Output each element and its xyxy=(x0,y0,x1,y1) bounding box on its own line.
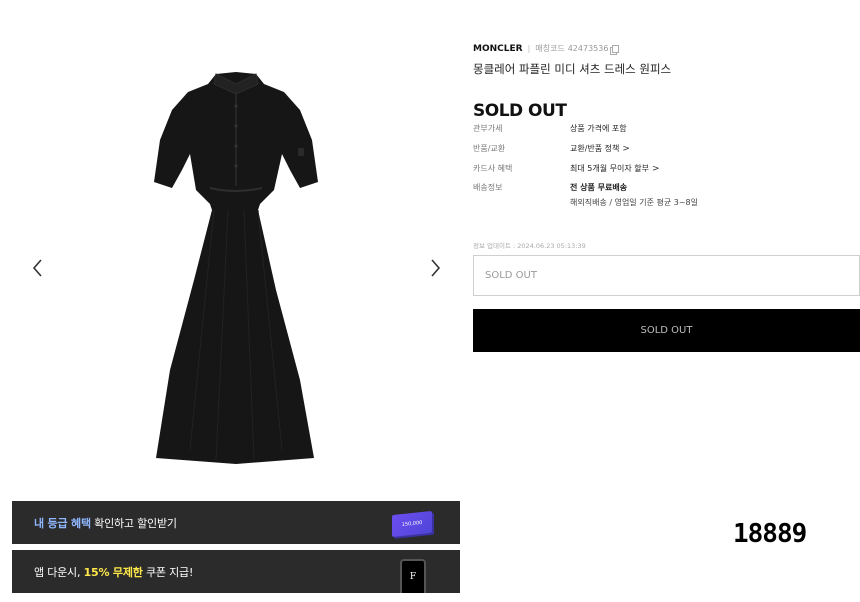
sold-out-status: SOLD OUT xyxy=(473,101,567,121)
card-benefit-link[interactable]: 최대 5개월 무이자 할부 > xyxy=(570,163,660,174)
code-label: 매칭코드 xyxy=(535,44,565,53)
spec-value: 상품 가격에 포함 xyxy=(570,124,627,133)
divider: | xyxy=(527,44,531,53)
chevron-right-icon: > xyxy=(651,164,660,174)
phone-icon: F xyxy=(400,559,426,593)
product-title: 몽클레어 파플린 미디 셔츠 드레스 원피스 xyxy=(473,62,672,76)
spec-label: 관부가세 xyxy=(473,124,503,133)
product-gallery xyxy=(0,0,470,495)
option-select[interactable]: SOLD OUT xyxy=(473,255,860,296)
app-banner-text: 앱 다운시, 15% 무제한 쿠폰 지급! xyxy=(34,565,194,579)
spec-label: 카드사 혜택 xyxy=(473,164,513,173)
brand-row: MONCLER | 매칭코드 42473536 xyxy=(473,43,620,55)
shipping-detail: 해외직배송 / 영업일 기준 평균 3~8일 xyxy=(570,198,698,207)
sold-out-button[interactable]: SOLD OUT xyxy=(473,309,860,352)
chevron-left-icon[interactable] xyxy=(29,258,47,278)
coupon-card-icon: 150,000 xyxy=(392,510,432,538)
update-timestamp: 정보 업데이트 : 2024.06.23 05:13:39 xyxy=(473,242,586,250)
chevron-right-icon: > xyxy=(622,144,630,154)
spec-label: 배송정보 xyxy=(473,183,503,192)
spec-label: 반품/교환 xyxy=(473,144,506,153)
grade-benefit-banner[interactable]: 내 등급 혜택 확인하고 할인받기 150,000 xyxy=(12,501,460,544)
spec-value: 전 상품 무료배송 xyxy=(570,183,628,192)
code-value: 42473536 xyxy=(567,44,609,53)
watermark-number: 18889 xyxy=(733,519,807,549)
chevron-right-icon[interactable] xyxy=(426,258,444,278)
return-policy-link[interactable]: 교환/반품 정책 > xyxy=(570,143,630,154)
app-download-banner[interactable]: 앱 다운시, 15% 무제한 쿠폰 지급! F xyxy=(12,550,460,593)
copy-icon[interactable] xyxy=(610,44,620,55)
brand-name[interactable]: MONCLER xyxy=(473,44,523,54)
grade-banner-text: 내 등급 혜택 확인하고 할인받기 xyxy=(34,516,177,530)
product-image xyxy=(150,70,322,466)
